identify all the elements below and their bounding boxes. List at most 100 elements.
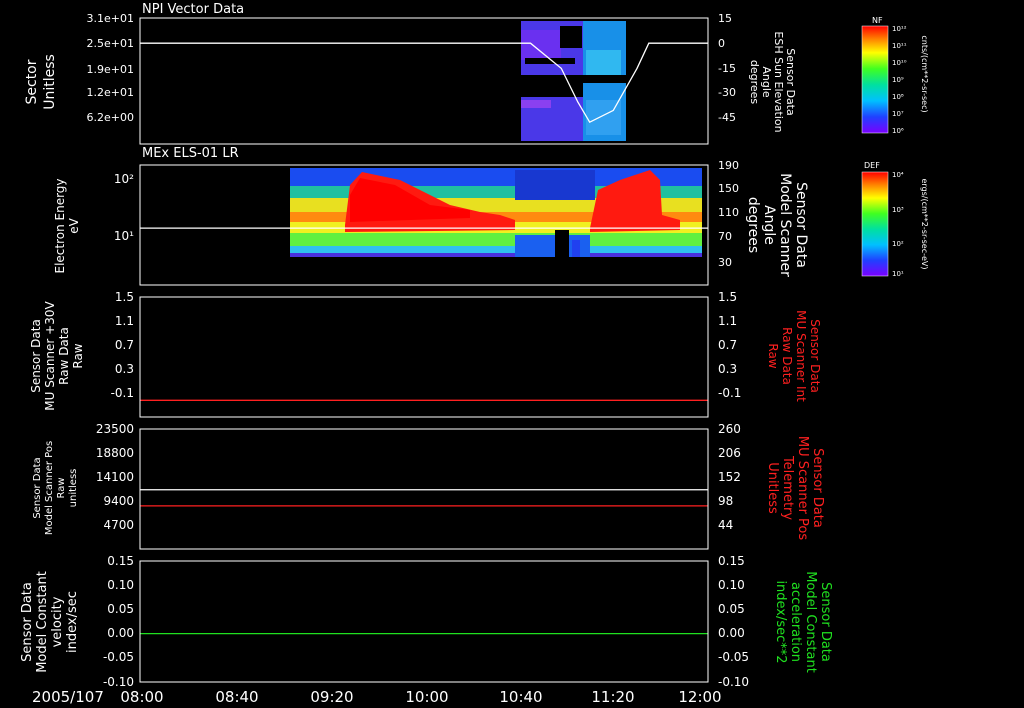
- stacked-time-series-plot: NPI Vector Data 3.1e+01 2.5e+01 1.9e+01 …: [20, 2, 929, 706]
- right-tick-label: 1.1: [718, 314, 737, 328]
- right-tick-label: 0.05: [718, 602, 745, 616]
- left-tick-label: 6.2e+00: [87, 111, 134, 124]
- left-tick-label: 10¹: [114, 229, 134, 243]
- svg-text:Sensor Data: Sensor Data: [793, 182, 809, 268]
- svg-text:Sensor Data: Sensor Data: [810, 448, 825, 528]
- svg-text:Sensor Data: Sensor Data: [20, 582, 35, 662]
- svg-text:Raw Data: Raw Data: [57, 327, 71, 385]
- right-tick-label: 1.5: [718, 290, 737, 304]
- panel-3-left-label: Sensor Data MU Scanner +30V Raw Data Raw: [29, 301, 85, 411]
- svg-text:Model Scanner Pos: Model Scanner Pos: [44, 441, 55, 535]
- panel-1-right-label: Sensor Data ESH Sun Elevation Angle degr…: [748, 31, 797, 132]
- panel-5-left-label: Sensor Data Model Constant velocity inde…: [20, 571, 80, 673]
- svg-text:Raw Data: Raw Data: [780, 327, 794, 385]
- colorbar-tick: 10⁴: [892, 171, 904, 179]
- svg-text:Angle: Angle: [761, 205, 777, 245]
- panel-5-left-ticks: 0.15 0.10 0.05 0.00 -0.05 -0.10: [103, 554, 134, 689]
- colorbar-nf: NF 10¹² 10¹¹ 10¹⁰ 10⁹ 10⁸ 10⁷ 10⁶ cnts/(…: [861, 16, 929, 135]
- right-tick-label: -0.10: [718, 675, 749, 689]
- svg-text:unitless: unitless: [68, 469, 79, 508]
- right-tick-label: 44: [718, 518, 733, 532]
- left-tick-label: 14100: [96, 470, 134, 484]
- panel-4-left-ticks: 23500 18800 14100 9400 4700: [96, 422, 134, 532]
- left-tick-label: 0.10: [107, 578, 134, 592]
- panel-npi-vector: NPI Vector Data 3.1e+01 2.5e+01 1.9e+01 …: [24, 2, 797, 145]
- colorbar-tick: 10⁷: [892, 110, 904, 118]
- left-tick-label: 0.15: [107, 554, 134, 568]
- svg-text:MU Scanner Pos: MU Scanner Pos: [795, 436, 810, 541]
- right-tick-label: 152: [718, 470, 741, 484]
- panel-5-right-label: Sensor Data Model Constant acceleration …: [773, 571, 833, 673]
- time-tick-label: 10:00: [405, 688, 448, 706]
- colorbar-def: DEF 10⁴ 10³ 10² 10¹ ergs/(cm**2-sr-sec-e…: [861, 161, 929, 278]
- right-tick-label: 70: [718, 230, 732, 243]
- right-tick-label: 30: [718, 256, 732, 269]
- svg-text:Telemetry: Telemetry: [780, 455, 795, 520]
- panel-2-right-label: Sensor Data Model Scanner Angle degrees: [745, 173, 809, 277]
- time-tick-label: 09:20: [310, 688, 353, 706]
- panel-3-right-ticks: 1.5 1.1 0.7 0.3 -0.1: [718, 290, 741, 400]
- panel-4-left-label: Sensor Data Model Scanner Pos Raw unitle…: [32, 441, 79, 535]
- left-tick-label: -0.1: [111, 386, 134, 400]
- svg-text:Model Constant: Model Constant: [35, 571, 50, 673]
- colorbar-tick: 10³: [892, 206, 904, 214]
- svg-text:eV: eV: [67, 217, 81, 233]
- colorbar-def-title: DEF: [864, 161, 880, 170]
- right-tick-label: -0.05: [718, 650, 749, 664]
- svg-text:acceleration: acceleration: [788, 582, 803, 662]
- svg-text:Unitless: Unitless: [765, 462, 780, 514]
- left-tick-label: 1.1: [115, 314, 134, 328]
- right-tick-label: 0.15: [718, 554, 745, 568]
- colorbar-tick: 10⁹: [892, 76, 904, 84]
- svg-text:Raw: Raw: [71, 343, 85, 368]
- panel-2-title: MEx ELS-01 LR: [142, 146, 239, 161]
- panel-mex-els: MEx ELS-01 LR 10² 10¹ 190 150 110 70 30 …: [53, 146, 809, 286]
- colorbar-tick: 10⁸: [892, 93, 904, 101]
- svg-text:Sensor Data: Sensor Data: [32, 457, 43, 518]
- left-tick-label: 0.00: [107, 626, 134, 640]
- left-tick-label: 0.3: [115, 362, 134, 376]
- left-tick-label: 0.05: [107, 602, 134, 616]
- svg-text:Unitless: Unitless: [42, 54, 58, 110]
- time-axis: 2005/107 08:00 08:40 09:20 10:00 10:40 1…: [32, 688, 722, 706]
- right-tick-label: 0.7: [718, 338, 737, 352]
- colorbar-nf-scale: [861, 25, 889, 134]
- svg-text:Electron Energy: Electron Energy: [53, 178, 67, 273]
- left-tick-label: 10²: [114, 172, 134, 186]
- right-tick-label: 0.10: [718, 578, 745, 592]
- right-tick-label: -30: [718, 86, 736, 99]
- svg-text:index/sec: index/sec: [65, 591, 80, 653]
- time-tick-label: 08:40: [215, 688, 258, 706]
- right-tick-label: 260: [718, 422, 741, 436]
- right-tick-label: 150: [718, 182, 739, 195]
- svg-text:Sensor Data: Sensor Data: [29, 319, 43, 393]
- panel-2-right-ticks: 190 150 110 70 30: [718, 159, 739, 269]
- colorbar-nf-title: NF: [872, 16, 883, 25]
- spectrogram-npi: [521, 21, 626, 141]
- right-tick-label: -0.1: [718, 386, 741, 400]
- colorbar-def-units: ergs/(cm**2-sr-sec-eV): [920, 178, 929, 269]
- panel-5-right-ticks: 0.15 0.10 0.05 0.00 -0.05 -0.10: [718, 554, 749, 689]
- right-tick-label: -45: [718, 111, 736, 124]
- panel-4-frame: [139, 428, 709, 550]
- svg-text:Model Constant: Model Constant: [803, 571, 818, 673]
- panel-3-left-ticks: 1.5 1.1 0.7 0.3 -0.1: [111, 290, 134, 400]
- colorbar-tick: 10⁶: [892, 127, 904, 135]
- left-tick-label: 9400: [103, 494, 134, 508]
- svg-text:MU Scanner Int: MU Scanner Int: [794, 310, 808, 402]
- panel-5-frame: [139, 560, 709, 683]
- svg-text:Sector: Sector: [24, 59, 40, 104]
- svg-text:Sensor Data: Sensor Data: [818, 582, 833, 662]
- right-tick-label: 206: [718, 446, 741, 460]
- right-tick-label: 15: [718, 12, 732, 25]
- right-tick-label: 190: [718, 159, 739, 172]
- left-tick-label: -0.05: [103, 650, 134, 664]
- time-tick-label: 08:00: [120, 688, 163, 706]
- time-tick-label: 11:20: [591, 688, 634, 706]
- left-tick-label: 18800: [96, 446, 134, 460]
- right-tick-label: 98: [718, 494, 733, 508]
- panel-mu-scanner-raw: 1.5 1.1 0.7 0.3 -0.1 1.5 1.1 0.7 0.3 -0.…: [29, 290, 822, 418]
- panel-3-right-label: Sensor Data MU Scanner Int Raw Data Raw: [766, 310, 822, 402]
- panel-4-right-ticks: 260 206 152 98 44: [718, 422, 741, 532]
- svg-text:velocity: velocity: [50, 596, 65, 647]
